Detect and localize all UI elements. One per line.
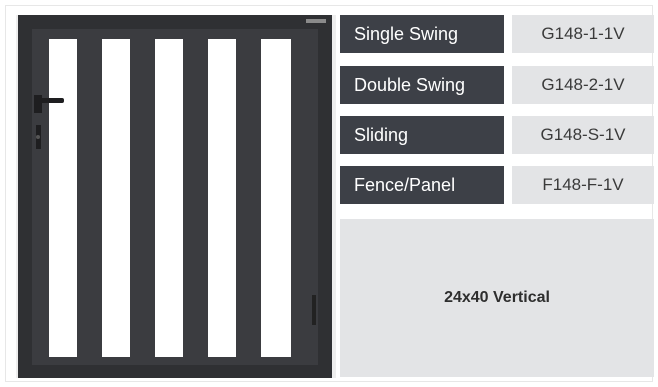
model-row-single-swing[interactable]: Single Swing G148-1-1V	[340, 15, 654, 53]
product-image	[16, 15, 336, 378]
model-code[interactable]: G148-S-1V	[512, 116, 654, 154]
model-name[interactable]: Sliding	[340, 116, 504, 154]
product-page: Single Swing G148-1-1V Double Swing G148…	[0, 0, 658, 387]
model-name[interactable]: Fence/Panel	[340, 166, 504, 204]
model-code[interactable]: G148-1-1V	[512, 15, 654, 53]
gate-illustration	[18, 15, 332, 378]
model-row-double-swing[interactable]: Double Swing G148-2-1V	[340, 66, 654, 104]
model-name[interactable]: Double Swing	[340, 66, 504, 104]
model-row-fence-panel[interactable]: Fence/Panel F148-F-1V	[340, 166, 654, 204]
model-code[interactable]: F148-F-1V	[512, 166, 654, 204]
size-label: 24x40 Vertical	[340, 219, 654, 377]
model-name[interactable]: Single Swing	[340, 15, 504, 53]
model-code[interactable]: G148-2-1V	[512, 66, 654, 104]
model-row-sliding[interactable]: Sliding G148-S-1V	[340, 116, 654, 154]
